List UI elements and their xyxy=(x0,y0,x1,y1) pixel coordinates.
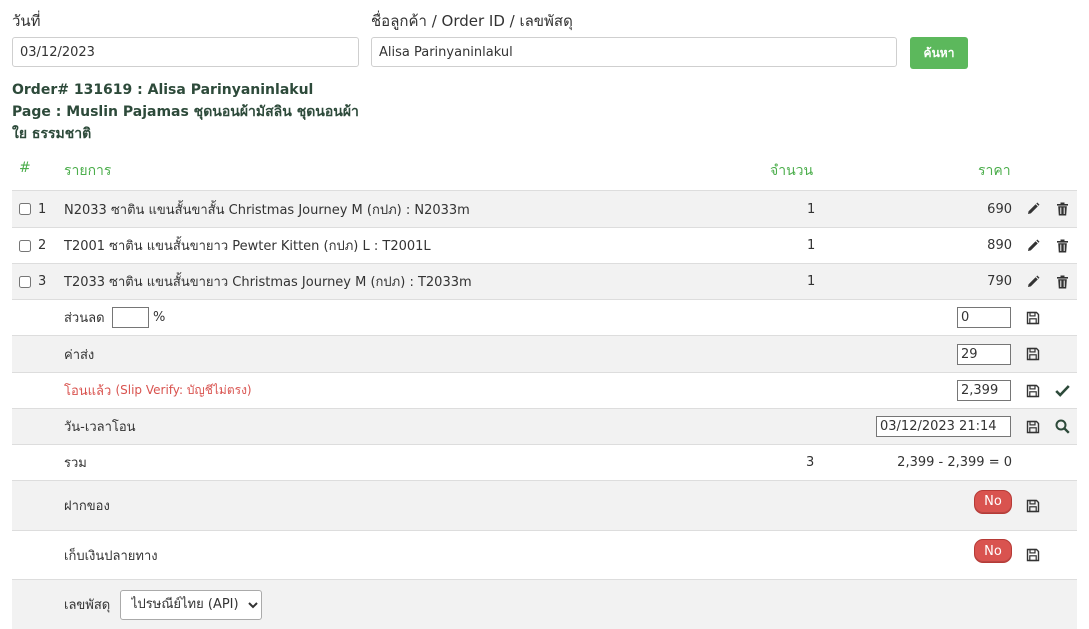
transfer-time-label: วัน-เวลาโอน xyxy=(64,420,136,435)
item-name: N2033 ซาติน แขนสั้นขาสั้น Christmas Jour… xyxy=(64,202,470,218)
discount-label: ส่วนลด xyxy=(64,311,105,326)
floppy-icon[interactable] xyxy=(1025,383,1041,399)
tracking-row: เลขพัสดุ ไปรษณีย์ไทย (API) xyxy=(12,579,1077,629)
item-name: T2001 ซาติน แขนสั้นขายาว Pewter Kitten (… xyxy=(64,239,431,254)
shipping-input[interactable] xyxy=(957,343,1011,365)
percent-sign: % xyxy=(153,310,166,325)
transfer-time-row: วัน-เวลาโอน xyxy=(12,408,1077,444)
item-name: T2033 ซาติน แขนสั้นขายาว Christmas Journ… xyxy=(64,275,472,290)
transfer-amount-input[interactable] xyxy=(957,380,1011,401)
floppy-icon[interactable] xyxy=(1025,498,1041,514)
floppy-icon[interactable] xyxy=(1025,547,1041,563)
trash-icon[interactable] xyxy=(1054,238,1070,254)
carrier-select[interactable]: ไปรษณีย์ไทย (API) xyxy=(120,589,262,620)
discount-row: ส่วนลด % xyxy=(12,299,1077,335)
pencil-icon[interactable] xyxy=(1025,274,1041,290)
discount-percent-input[interactable] xyxy=(112,307,149,328)
shipping-label: ค่าส่ง xyxy=(64,347,95,363)
search-icon[interactable] xyxy=(1054,419,1070,435)
transfer-label: โอนแล้ว xyxy=(64,384,112,399)
check-icon[interactable] xyxy=(1054,383,1070,399)
item-price: 690 xyxy=(987,201,1012,217)
item-index: 1 xyxy=(38,201,47,217)
transfer-row: โอนแล้ว (Slip Verify: บัญชีไม่ตรง) xyxy=(12,372,1077,408)
customer-search-label: ชื่อลูกค้า / Order ID / เลขพัสดุ xyxy=(371,12,573,30)
item-checkbox[interactable] xyxy=(19,275,31,288)
pencil-icon[interactable] xyxy=(1025,238,1041,254)
item-qty: 1 xyxy=(807,274,816,289)
customer-search-input[interactable] xyxy=(371,37,897,67)
deposit-row: ฝากของ No xyxy=(12,480,1077,530)
item-price: 790 xyxy=(987,274,1012,289)
cod-label: เก็บเงินปลายทาง xyxy=(64,548,158,564)
column-header-price: ราคา xyxy=(978,163,1011,179)
order-page: Page : Muslin Pajamas ชุดนอนผ้ามัสลิน ชุ… xyxy=(12,104,359,142)
total-label: รวม xyxy=(64,456,87,471)
item-index: 2 xyxy=(38,238,47,253)
table-row: 2 T2001 ซาติน แขนสั้นขายาว Pewter Kitten… xyxy=(12,227,1077,263)
cod-toggle[interactable]: No xyxy=(974,539,1012,563)
column-header-index: # xyxy=(19,160,31,176)
item-qty: 1 xyxy=(807,238,816,253)
total-qty: 3 xyxy=(806,455,815,470)
total-row: รวม 3 2,399 - 2,399 = 0 xyxy=(12,444,1077,480)
deposit-toggle[interactable]: No xyxy=(974,489,1012,514)
floppy-icon[interactable] xyxy=(1025,310,1041,326)
table-row: 3 T2033 ซาติน แขนสั้นขายาว Christmas Jou… xyxy=(12,263,1077,299)
order-title: Order# 131619 : Alisa Parinyaninlakul xyxy=(12,82,314,98)
transfer-time-input[interactable] xyxy=(876,416,1011,437)
item-qty: 1 xyxy=(807,201,816,217)
item-price: 890 xyxy=(987,238,1012,253)
column-header-qty: จำนวน xyxy=(770,163,814,179)
tracking-label: เลขพัสดุ xyxy=(64,598,111,613)
floppy-icon[interactable] xyxy=(1025,346,1041,362)
item-checkbox[interactable] xyxy=(19,203,31,215)
column-header-item: รายการ xyxy=(64,163,112,179)
item-index: 3 xyxy=(38,274,47,289)
date-label: วันที่ xyxy=(12,12,41,30)
pencil-icon[interactable] xyxy=(1025,201,1041,217)
trash-icon[interactable] xyxy=(1054,201,1070,217)
deposit-label: ฝากของ xyxy=(64,499,110,514)
total-balance: 2,399 - 2,399 = 0 xyxy=(897,455,1012,470)
order-header: Order# 131619 : Alisa Parinyaninlakul Pa… xyxy=(12,79,364,145)
slip-verify-note: (Slip Verify: บัญชีไม่ตรง) xyxy=(115,383,252,397)
cod-row: เก็บเงินปลายทาง No xyxy=(12,530,1077,579)
discount-amount-input[interactable] xyxy=(957,307,1011,328)
search-button[interactable]: ค้นหา xyxy=(910,37,968,69)
table-row: 1 N2033 ซาติน แขนสั้นขาสั้น Christmas Jo… xyxy=(12,190,1077,227)
date-input[interactable] xyxy=(12,37,359,67)
item-checkbox[interactable] xyxy=(19,239,31,252)
trash-icon[interactable] xyxy=(1054,274,1070,290)
shipping-row: ค่าส่ง xyxy=(12,335,1077,372)
floppy-icon[interactable] xyxy=(1025,419,1041,435)
